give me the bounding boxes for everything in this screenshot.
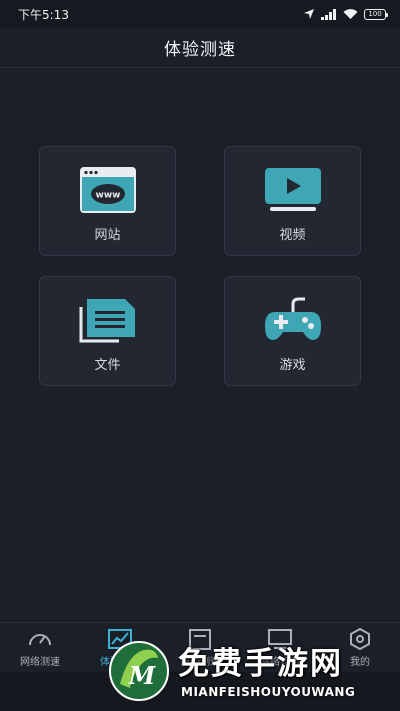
tile-video[interactable]: 视频 — [224, 146, 361, 256]
status-time: 下午5:13 — [18, 7, 69, 22]
watermark-subtitle: MIANFEISHOUYOUWANG — [181, 685, 356, 699]
tile-label: 文件 — [94, 358, 121, 373]
status-bar: 下午5:13 100 — [0, 0, 400, 28]
svg-text:M: M — [128, 661, 157, 690]
browser-www-icon: www — [77, 165, 139, 215]
signal-icon — [321, 8, 336, 20]
watermark-logo: M — [109, 641, 169, 701]
battery-icon: 100 — [364, 8, 388, 20]
tile-label: 游戏 — [279, 358, 306, 373]
tile-game[interactable]: 游戏 — [224, 276, 361, 386]
tile-label: 网站 — [94, 228, 121, 243]
location-icon — [304, 9, 314, 19]
speedometer-icon — [29, 633, 51, 645]
document-icon — [77, 295, 139, 345]
tile-label: 视频 — [279, 228, 306, 243]
tab-label: 网络测速 — [20, 656, 60, 668]
svg-text:www: www — [95, 191, 120, 201]
wifi-icon — [343, 8, 358, 19]
status-icons: 100 — [303, 8, 388, 20]
tv-play-icon — [262, 165, 324, 215]
hexagon-settings-icon — [350, 627, 370, 650]
tab-label: 我的 — [350, 656, 370, 668]
page-title: 体验测速 — [164, 40, 236, 60]
gamepad-icon — [262, 295, 324, 345]
tab-network-speed[interactable]: 网络测速 — [0, 623, 80, 672]
tile-website[interactable]: www 网站 — [39, 146, 176, 256]
tile-file[interactable]: 文件 — [39, 276, 176, 386]
app-header: 体验测速 — [0, 28, 400, 68]
watermark-title: 免费手游网 — [178, 646, 343, 682]
